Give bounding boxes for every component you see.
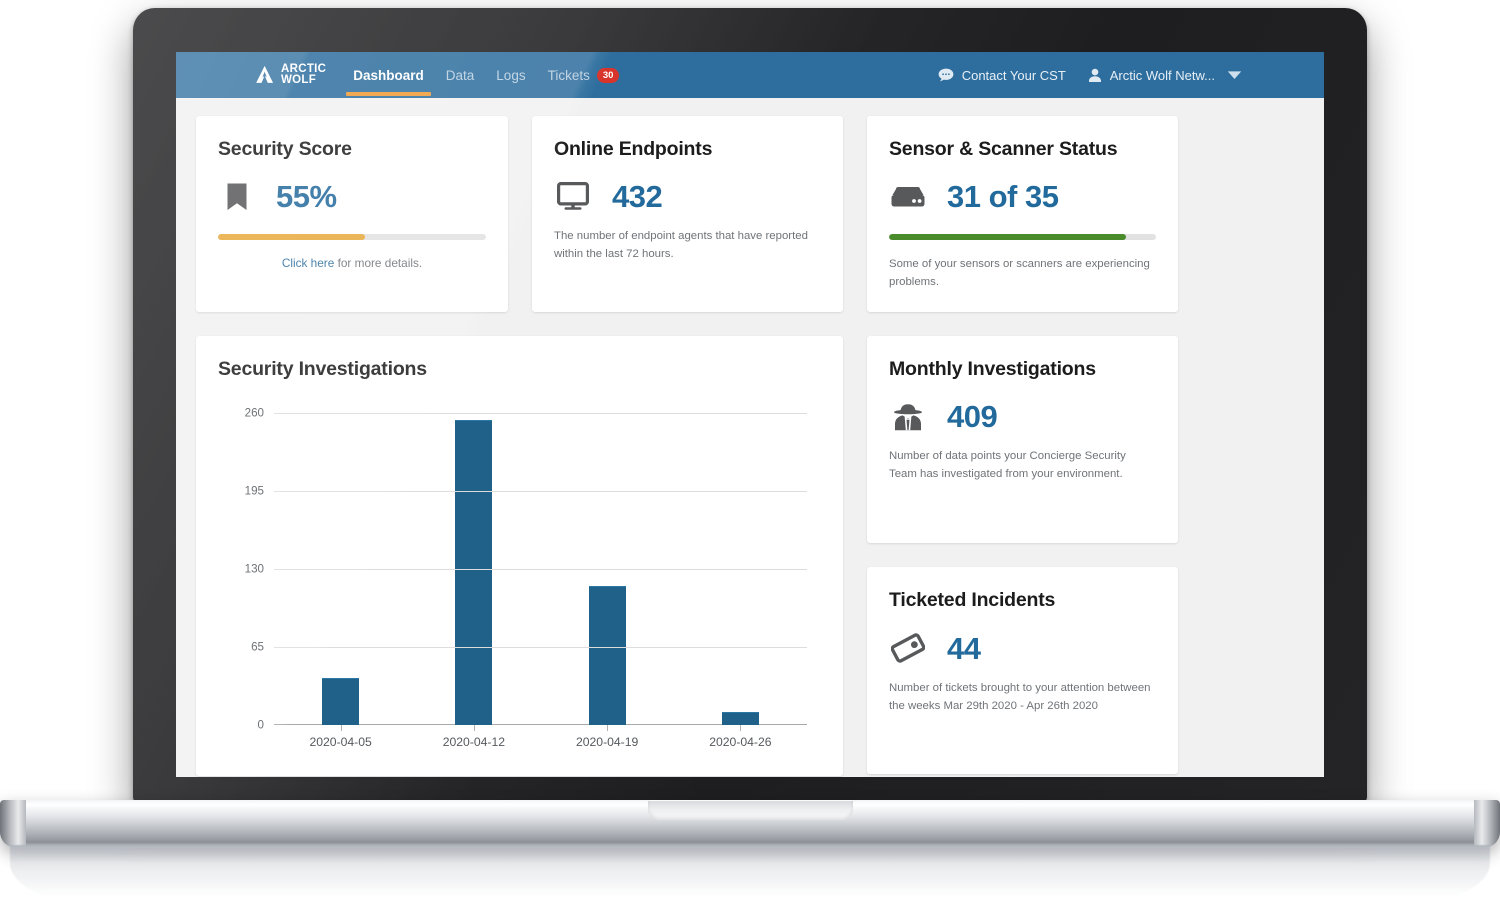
nav-links: Dashboard Data Logs Tickets 30: [342, 55, 630, 96]
tickets-count-badge: 30: [596, 67, 620, 83]
sensor-scanner-title: Sensor & Scanner Status: [889, 138, 1118, 160]
contact-cst-label: Contact Your CST: [961, 67, 1066, 83]
ticketed-incidents-stat: 44: [889, 632, 1156, 664]
card-sensor-scanner-status[interactable]: Sensor & Scanner Status 31 of 35 Some of…: [867, 116, 1178, 312]
nav-item-data-label: Data: [445, 67, 475, 83]
navbar-right: Contact Your CST Arctic Wolf Netw...: [938, 68, 1296, 83]
user-icon: [1088, 68, 1102, 83]
detective-icon: [889, 402, 927, 432]
ticket-icon: [889, 632, 927, 664]
chart-x-tickmark: [340, 725, 342, 731]
laptop-base-notch: [648, 800, 853, 820]
card-security-score[interactable]: Security Score 55% Click here for more d…: [196, 116, 508, 312]
chat-bubble-icon: [938, 68, 954, 82]
laptop-base-right-edge: [1474, 800, 1500, 846]
sensor-scanner-progress: [889, 234, 1156, 240]
security-score-note-suffix: for more details.: [334, 256, 423, 270]
monthly-investigations-value: 409: [947, 399, 998, 434]
nav-item-data[interactable]: Data: [435, 55, 486, 96]
security-score-details-link[interactable]: Click here: [282, 256, 334, 270]
chart-y-tick-label: 65: [251, 640, 264, 654]
chart-bar[interactable]: [721, 712, 759, 725]
security-score-link-note: Click here for more details.: [218, 256, 486, 270]
brand-wordmark: ARCTIC WOLF: [281, 63, 326, 86]
chart-gridline: [274, 647, 807, 648]
screen-viewport: ARCTIC WOLF Dashboard Data Logs Tickets …: [176, 52, 1324, 777]
security-score-progress: [218, 234, 486, 240]
card-security-investigations[interactable]: Security Investigations 0 65 130 195 260 202…: [196, 336, 843, 776]
contact-cst-button[interactable]: Contact Your CST: [938, 68, 1066, 83]
account-menu[interactable]: Arctic Wolf Netw...: [1088, 68, 1242, 83]
nav-item-dashboard-label: Dashboard: [353, 67, 424, 83]
nav-item-logs[interactable]: Logs: [485, 55, 536, 96]
chart-x-label: 2020-04-26: [709, 735, 772, 749]
chart-x-tickmark: [473, 725, 475, 731]
nav-item-logs-label: Logs: [496, 67, 526, 83]
chart-bar[interactable]: [455, 420, 493, 725]
chart-x-tickmark: [740, 725, 742, 731]
card-ticketed-incidents[interactable]: Ticketed Incidents 44 Number of tickets …: [867, 567, 1178, 774]
chart-gridline: [274, 569, 807, 570]
chart-x-label: 2020-04-19: [575, 735, 639, 749]
brand-line-2: WOLF: [281, 74, 317, 86]
security-score-title: Security Score: [218, 138, 352, 160]
card-online-endpoints[interactable]: Online Endpoints 432 The number of endpo…: [532, 116, 843, 312]
chart-gridline: [274, 413, 807, 414]
chart-x-label: 2020-04-05: [309, 735, 372, 749]
security-investigations-chart: 0 65 130 195 260 2020-04-05 2020-04-12 2020-04…: [218, 403, 821, 763]
chart-y-tick-label: 260: [244, 406, 264, 420]
monitor-icon: [554, 182, 592, 211]
chart-y-tick-label: 195: [244, 484, 264, 498]
dashboard-content: Security Score 55% Click here for more d…: [176, 98, 1324, 777]
chevron-down-icon[interactable]: [1227, 70, 1242, 80]
bookmark-icon: [218, 182, 256, 212]
brand-logo[interactable]: ARCTIC WOLF: [254, 63, 326, 86]
server-icon: [889, 185, 927, 209]
ticketed-incidents-note: Number of tickets brought to your attent…: [889, 682, 1151, 712]
monthly-investigations-title: Monthly Investigations: [889, 358, 1096, 380]
security-investigations-title: Security Investigations: [218, 358, 427, 380]
sensor-scanner-value: 31 of 35: [947, 179, 1059, 214]
sensor-scanner-note: Some of your sensors or scanners are exp…: [889, 258, 1150, 288]
account-label: Arctic Wolf Netw...: [1109, 67, 1215, 83]
online-endpoints-title: Online Endpoints: [554, 138, 713, 160]
monthly-investigations-note: Number of data points your Concierge Sec…: [889, 450, 1126, 480]
laptop-base-reflection: [10, 845, 1490, 905]
nav-item-tickets-label: Tickets: [547, 67, 590, 83]
mountain-logo-icon: [254, 64, 276, 86]
chart-plot-area: 0 65 130 195 260: [245, 407, 807, 732]
stat-cards-row: Security Score 55% Click here for more d…: [196, 116, 1304, 312]
right-cards-column: Monthly Investigations 409 Number of dat…: [867, 336, 1178, 776]
chart-y-tick-label: 0: [257, 718, 264, 732]
online-endpoints-stat: 432: [554, 181, 821, 212]
charts-row: Security Investigations 0 65 130 195 260 202…: [196, 336, 1304, 776]
online-endpoints-value: 432: [612, 179, 663, 214]
online-endpoints-note: The number of endpoint agents that have …: [554, 230, 808, 260]
nav-item-dashboard[interactable]: Dashboard: [342, 55, 435, 96]
navbar-left: ARCTIC WOLF Dashboard Data Logs Tickets …: [176, 55, 630, 96]
chart-bar[interactable]: [322, 678, 360, 725]
chart-bar[interactable]: [588, 586, 626, 725]
security-score-value: 55%: [276, 179, 337, 214]
security-score-stat: 55%: [218, 181, 486, 212]
card-monthly-investigations[interactable]: Monthly Investigations 409 Number of dat…: [867, 336, 1178, 543]
security-score-progress-fill: [218, 234, 366, 240]
chart-x-tick-labels: 2020-04-05 2020-04-12 2020-04-19 2020-04-26: [274, 735, 807, 749]
laptop-mockup: ARCTIC WOLF Dashboard Data Logs Tickets …: [0, 0, 1500, 911]
top-navbar: ARCTIC WOLF Dashboard Data Logs Tickets …: [176, 52, 1324, 98]
monthly-investigations-stat: 409: [889, 401, 1156, 432]
sensor-scanner-progress-fill: [889, 234, 1126, 240]
chart-y-tick-label: 130: [244, 562, 264, 576]
ticketed-incidents-value: 44: [947, 630, 981, 666]
sensor-scanner-stat: 31 of 35: [889, 181, 1156, 212]
laptop-base-left-edge: [0, 800, 26, 846]
chart-x-label: 2020-04-12: [442, 735, 506, 749]
nav-item-tickets[interactable]: Tickets 30: [537, 55, 631, 96]
chart-x-tickmark: [607, 725, 609, 731]
chart-gridline: [274, 491, 807, 492]
ticketed-incidents-title: Ticketed Incidents: [889, 589, 1056, 611]
